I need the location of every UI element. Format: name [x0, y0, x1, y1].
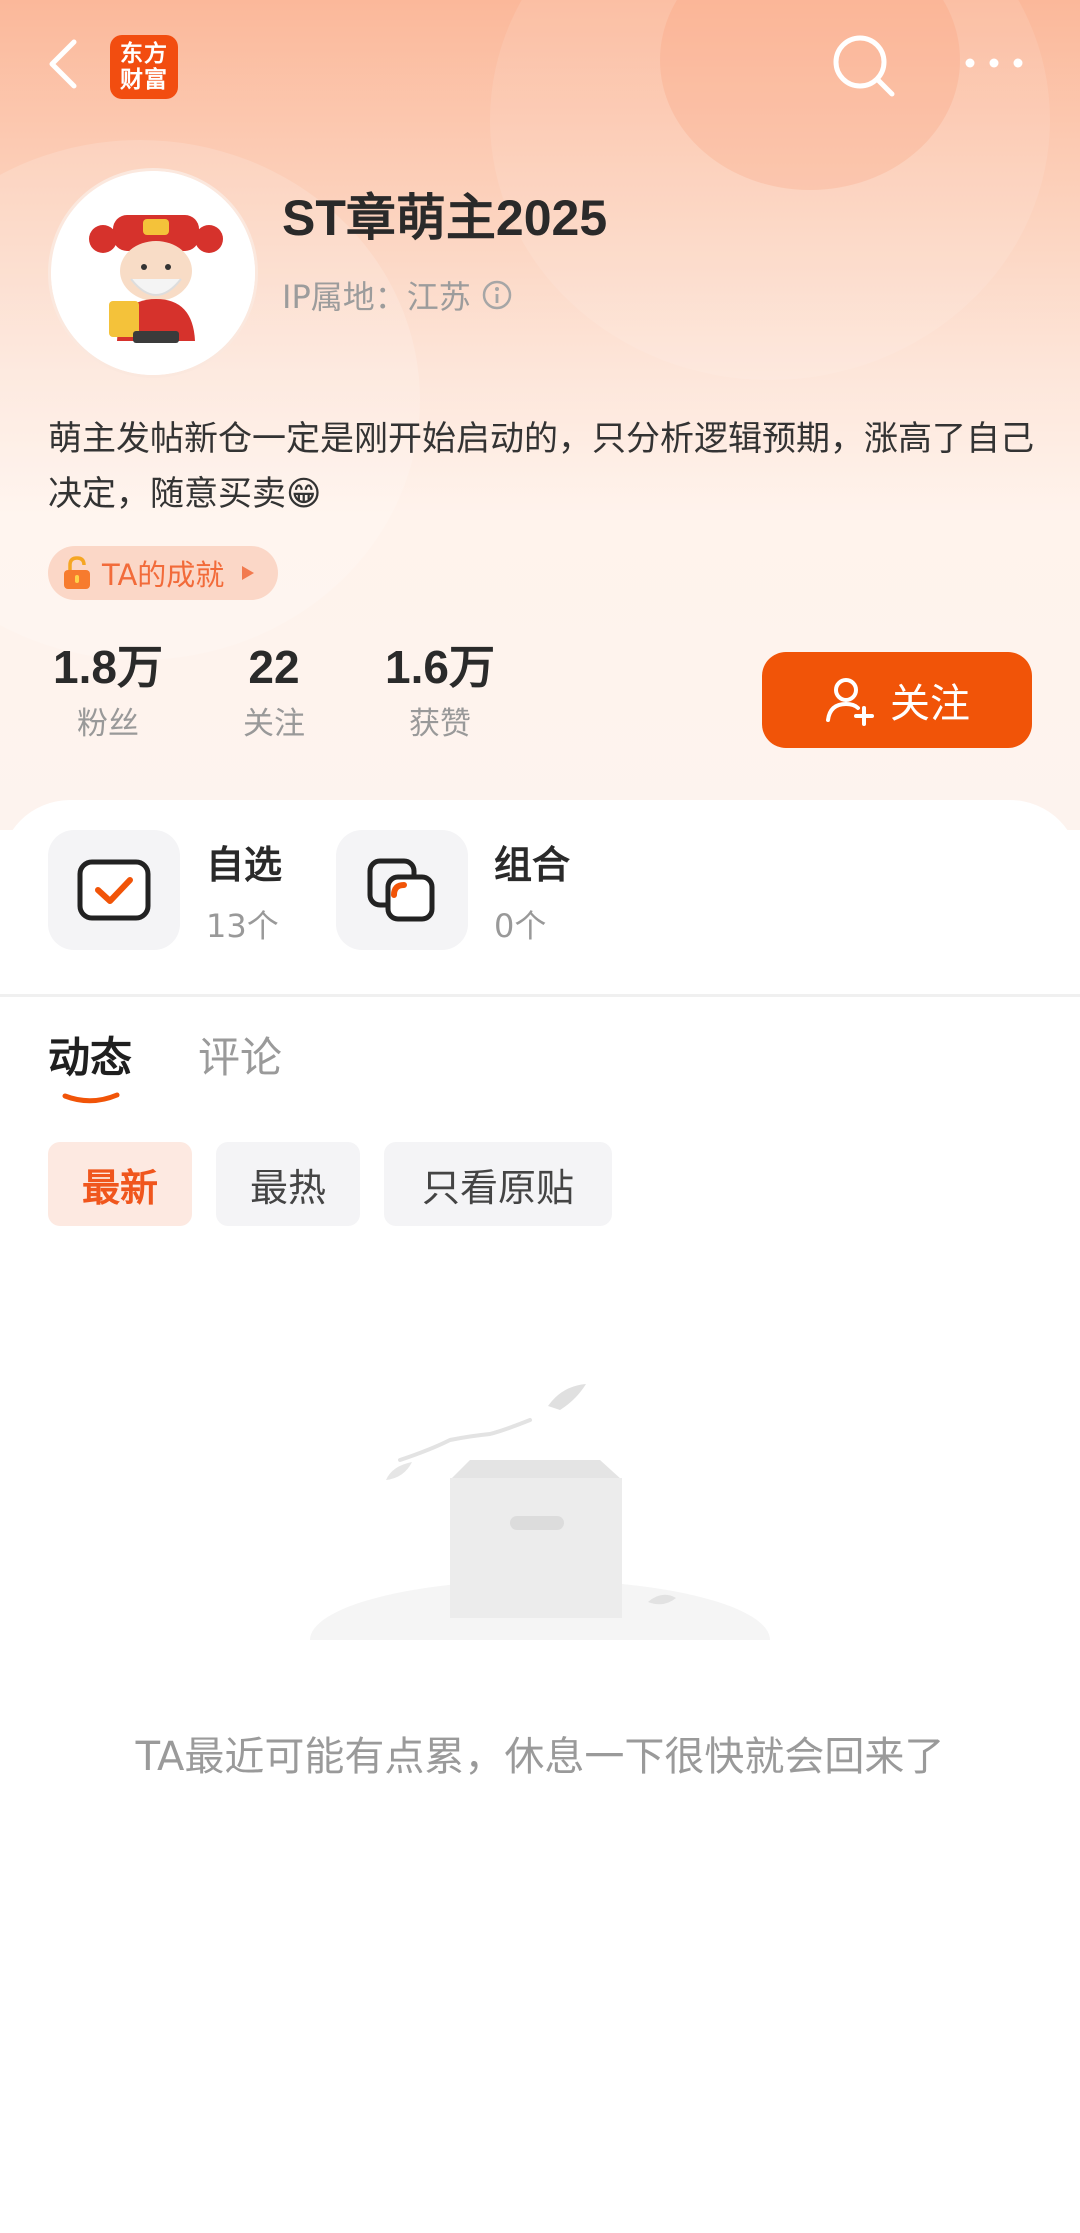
stat-likes[interactable]: 1.6万 获赞 [380, 640, 500, 743]
quick-link-title: 自选 [206, 842, 283, 887]
caret-right-icon [242, 566, 255, 580]
stat-following[interactable]: 22 关注 [214, 640, 334, 743]
quick-link-watchlist[interactable]: 自选 13个 [48, 830, 282, 950]
filter-hottest[interactable]: 最热 [216, 1142, 360, 1226]
quick-link-portfolio[interactable]: 组合 0个 [336, 830, 570, 950]
stat-label: 粉丝 [77, 706, 139, 742]
watchlist-check-icon [77, 859, 151, 921]
tab-posts[interactable]: 动态 [48, 1024, 132, 1085]
filter-original-only[interactable]: 只看原贴 [384, 1142, 612, 1226]
filter-latest[interactable]: 最新 [48, 1142, 192, 1226]
quick-link-count: 13个 [206, 906, 279, 945]
quick-link-icon-box [336, 830, 468, 950]
avatar-image [51, 171, 255, 375]
info-icon[interactable] [481, 279, 513, 311]
follow-button[interactable]: 关注 [762, 652, 1032, 748]
stat-label: 获赞 [409, 706, 471, 742]
active-tab-indicator [62, 1092, 120, 1104]
search-icon[interactable] [828, 30, 898, 100]
divider [0, 994, 1080, 997]
add-user-icon [826, 678, 874, 726]
username: ST章萌主2025 [282, 190, 608, 246]
quick-link-title: 组合 [494, 842, 571, 887]
empty-box-illustration [300, 1384, 780, 1660]
stat-value: 22 [248, 641, 300, 693]
avatar[interactable] [48, 168, 258, 378]
top-bar: 东方 财富 [0, 0, 1080, 130]
ip-location-label: IP属地：江苏 [282, 278, 471, 316]
ip-location: IP属地：江苏 [282, 272, 513, 318]
quick-link-count: 0个 [494, 906, 547, 945]
stat-value: 1.8万 [53, 641, 163, 693]
back-arrow-icon[interactable] [40, 34, 92, 94]
follow-button-label: 关注 [890, 681, 970, 727]
achievement-label: TA的成就 [102, 558, 225, 592]
more-options-icon[interactable] [962, 48, 1026, 78]
achievement-badge[interactable]: TA的成就 [48, 546, 279, 600]
empty-state-message: TA最近可能有点累，休息一下很快就会回来了 [135, 1734, 945, 1780]
stat-value: 1.6万 [385, 641, 495, 693]
stat-followers[interactable]: 1.8万 粉丝 [48, 640, 168, 743]
quick-link-icon-box [48, 830, 180, 950]
portfolio-icon [367, 858, 435, 922]
bio-text: 萌主发帖新仓一定是刚开始启动的，只分析逻辑预期，涨高了自己决定，随意买卖😁 [48, 419, 1034, 514]
app-logo[interactable]: 东方 财富 [110, 35, 178, 99]
stat-label: 关注 [243, 706, 305, 742]
tab-comments[interactable]: 评论 [198, 1024, 282, 1085]
lock-icon [64, 556, 90, 589]
